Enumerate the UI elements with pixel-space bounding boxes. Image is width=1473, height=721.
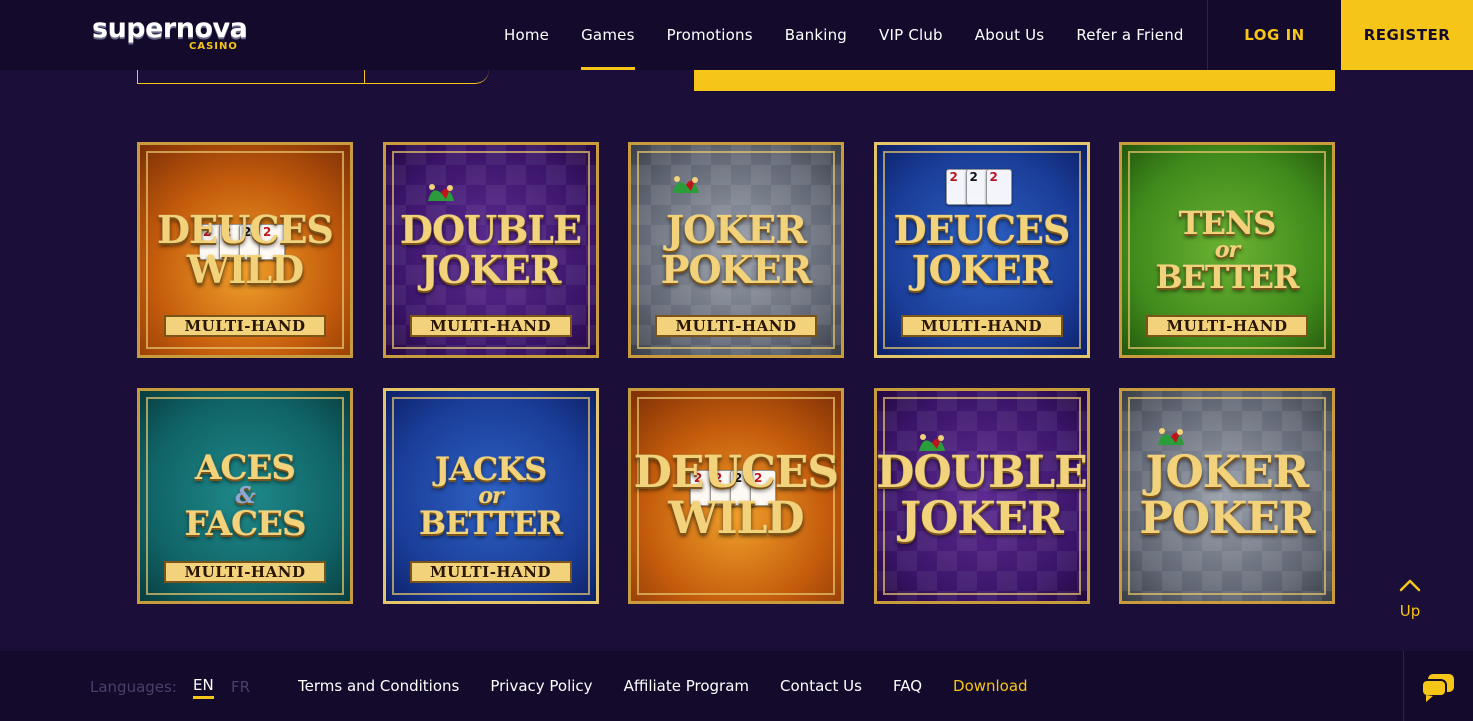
games-grid: 2222 Deuces Wild MULTI-HAND Double Joker M… xyxy=(137,142,1335,604)
category-tabs-separator xyxy=(364,70,365,84)
site-footer: Languages: EN FR Terms and Conditions Pr… xyxy=(0,651,1473,721)
chat-icon xyxy=(1421,674,1454,702)
game-tile-double-joker[interactable]: Double Joker xyxy=(873,388,1090,604)
logo-subtitle: CASINO xyxy=(189,41,238,52)
footer-link-contact[interactable]: Contact Us xyxy=(780,677,862,695)
game-variant-badge: MULTI-HAND xyxy=(900,315,1063,337)
supernova-casino-logo[interactable]: supernova CASINO xyxy=(92,14,252,54)
login-button[interactable]: LOG IN xyxy=(1208,0,1341,70)
nav-vip-club[interactable]: VIP Club xyxy=(863,0,959,70)
game-tile-joker-poker[interactable]: Joker Poker xyxy=(1119,388,1335,604)
site-header: supernova CASINO Home Games Promotions B… xyxy=(0,0,1473,70)
game-tile-deuces-joker-multi-hand[interactable]: 222 Deuces Joker MULTI-HAND xyxy=(873,142,1090,358)
back-to-top-label: Up xyxy=(1399,602,1421,620)
game-title: Deuces Wild xyxy=(157,207,334,292)
back-to-top-button[interactable]: Up xyxy=(1390,578,1430,634)
game-title: Deuces Wild xyxy=(633,447,839,544)
game-tile-deuces-wild[interactable]: 2222 Deuces Wild xyxy=(628,388,844,604)
register-button[interactable]: REGISTER xyxy=(1341,0,1473,70)
jester-hat-icon xyxy=(918,434,945,451)
game-tile-joker-poker-multi-hand[interactable]: Joker Poker MULTI-HAND xyxy=(628,142,844,358)
footer-link-download[interactable]: Download xyxy=(953,677,1028,695)
languages-label: Languages: xyxy=(90,678,177,696)
nav-home[interactable]: Home xyxy=(488,0,565,70)
game-variant-badge: MULTI-HAND xyxy=(655,315,817,337)
game-title: Double Joker xyxy=(400,207,582,292)
game-variant-badge: MULTI-HAND xyxy=(409,561,572,583)
game-variant-badge: MULTI-HAND xyxy=(164,315,326,337)
footer-link-privacy[interactable]: Privacy Policy xyxy=(490,677,592,695)
game-title: Deuces Joker xyxy=(893,207,1071,292)
category-tabs-outline[interactable] xyxy=(137,70,489,84)
footer-link-affiliate[interactable]: Affiliate Program xyxy=(624,677,749,695)
game-tile-tens-or-better-multi-hand[interactable]: Tens or Better MULTI-HAND xyxy=(1119,142,1335,358)
playing-cards-icon: 222 xyxy=(945,169,1012,205)
game-title: Tens or Better xyxy=(1155,204,1300,296)
game-title: Joker Poker xyxy=(1139,447,1316,544)
game-variant-badge: MULTI-HAND xyxy=(409,315,572,337)
footer-divider xyxy=(1403,651,1404,721)
game-variant-badge: MULTI-HAND xyxy=(164,561,326,583)
nav-refer-a-friend[interactable]: Refer a Friend xyxy=(1060,0,1199,70)
nav-games[interactable]: Games xyxy=(565,0,650,70)
logo-wordmark: supernova xyxy=(92,13,248,44)
language-fr[interactable]: FR xyxy=(231,678,250,696)
chevron-up-icon xyxy=(1399,579,1421,592)
live-chat-button[interactable] xyxy=(1418,670,1458,704)
jester-hat-icon xyxy=(673,176,699,193)
game-tile-aces-and-faces-multi-hand[interactable]: Aces & Faces MULTI-HAND xyxy=(137,388,353,604)
game-variant-badge: MULTI-HAND xyxy=(1146,315,1308,337)
footer-links: Terms and Conditions Privacy Policy Affi… xyxy=(298,677,1028,695)
game-tile-jacks-or-better-multi-hand[interactable]: Jacks or Better MULTI-HAND xyxy=(382,388,599,604)
game-title: Jacks or Better xyxy=(419,450,563,542)
game-title: Aces & Faces xyxy=(184,448,306,544)
game-tile-deuces-wild-multi-hand[interactable]: 2222 Deuces Wild MULTI-HAND xyxy=(137,142,353,358)
game-title: Joker Poker xyxy=(660,207,812,292)
jester-hat-icon xyxy=(1158,428,1184,445)
search-bar-remnant[interactable] xyxy=(694,70,1335,91)
footer-link-terms[interactable]: Terms and Conditions xyxy=(298,677,459,695)
game-title: Double Joker xyxy=(876,447,1087,544)
nav-banking[interactable]: Banking xyxy=(769,0,863,70)
footer-link-faq[interactable]: FAQ xyxy=(893,677,922,695)
main-nav: Home Games Promotions Banking VIP Club A… xyxy=(488,0,1200,70)
nav-promotions[interactable]: Promotions xyxy=(651,0,769,70)
game-tile-double-joker-multi-hand[interactable]: Double Joker MULTI-HAND xyxy=(382,142,599,358)
nav-about-us[interactable]: About Us xyxy=(959,0,1061,70)
language-en[interactable]: EN xyxy=(193,677,214,699)
jester-hat-icon xyxy=(427,184,454,201)
